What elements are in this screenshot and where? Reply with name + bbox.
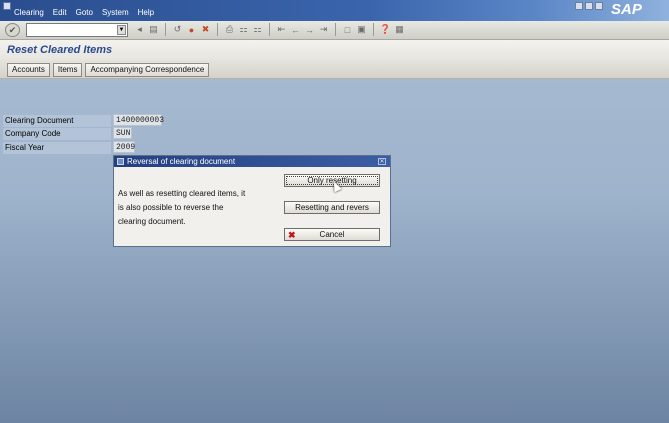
prev-page-icon[interactable]: ← [290, 24, 301, 36]
resetting-and-reversing-label: Resetting and revers [295, 203, 369, 212]
shortcut-icon[interactable]: ▣ [356, 24, 367, 36]
toolbar-separator [373, 23, 374, 36]
help-icon[interactable]: ❓ [380, 24, 391, 36]
cancel-button[interactable]: ✖ Cancel [284, 228, 380, 241]
save-icon[interactable]: ▤ [148, 24, 159, 36]
dialog-title-bar: Reversal of clearing document ✕ [114, 156, 390, 167]
page-title: Reset Cleared Items [7, 44, 113, 56]
application-toolbar: Accounts Items Accompanying Corresponden… [0, 60, 669, 79]
close-icon[interactable]: ✕ [378, 158, 386, 165]
command-input[interactable] [29, 24, 117, 35]
system-menu-icon[interactable] [3, 2, 11, 10]
new-session-icon[interactable]: □ [342, 24, 353, 36]
items-button[interactable]: Items [52, 63, 83, 77]
reversal-dialog: Reversal of clearing document ✕ As well … [113, 155, 391, 247]
find-next-icon[interactable]: ⚏ [252, 24, 263, 36]
clearing-document-field[interactable]: 1400000003 [113, 114, 164, 126]
dialog-window-icon [117, 158, 124, 165]
window-controls [575, 2, 603, 10]
command-field[interactable]: ▼ [26, 23, 128, 37]
dialog-title: Reversal of clearing document [127, 157, 236, 166]
enter-icon[interactable]: ✔ [5, 23, 20, 37]
accounts-button[interactable]: Accounts [7, 63, 50, 77]
cancel-icon[interactable]: ✖ [200, 24, 211, 36]
toolbar-separator [335, 23, 336, 36]
close-window-icon[interactable] [595, 2, 603, 10]
application-buttons: Accounts Items Accompanying Corresponden… [7, 63, 210, 77]
toolbar-separator [217, 23, 218, 36]
title-bar: Reset Cleared Items [0, 40, 669, 60]
last-page-icon[interactable]: ⇥ [318, 24, 329, 36]
command-history-dropdown-icon[interactable]: ▼ [117, 25, 126, 35]
toolbar-icons: ◂ ▤ ↺ ● ✖ ⎙ ⚏ ⚏ ⇤ ← → ⇥ □ ▣ ❓ ▦ [134, 23, 405, 36]
print-icon[interactable]: ⎙ [224, 24, 235, 36]
layout-icon[interactable]: ▦ [394, 24, 405, 36]
standard-toolbar: ✔ ▼ ◂ ▤ ↺ ● ✖ ⎙ ⚏ ⚏ ⇤ ← → ⇥ □ ▣ ❓ ▦ [0, 21, 669, 40]
fiscal-year-label: Fiscal Year [3, 142, 111, 154]
clearing-document-label: Clearing Document [3, 115, 111, 127]
favorites-icon[interactable]: ◂ [134, 24, 145, 36]
minimize-icon[interactable] [575, 2, 583, 10]
toolbar-separator [165, 23, 166, 36]
dialog-message: As well as resetting cleared items, it i… [118, 189, 246, 226]
next-page-icon[interactable]: → [304, 24, 315, 36]
menu-items: Clearing Edit Goto System Help [14, 8, 154, 17]
menu-clearing[interactable]: Clearing [14, 8, 44, 17]
accompanying-correspondence-button[interactable]: Accompanying Correspondence [85, 63, 210, 77]
back-icon[interactable]: ↺ [172, 24, 183, 36]
sap-logo: SAP [611, 1, 642, 18]
resetting-and-reversing-button[interactable]: Resetting and revers [284, 201, 380, 214]
find-icon[interactable]: ⚏ [238, 24, 249, 36]
company-code-label: Company Code [3, 128, 111, 140]
fiscal-year-field[interactable]: 2009 [113, 141, 135, 153]
menu-edit[interactable]: Edit [53, 8, 67, 17]
menu-bar: Clearing Edit Goto System Help SAP [0, 0, 669, 21]
exit-icon[interactable]: ● [186, 24, 197, 36]
menu-system[interactable]: System [102, 8, 129, 17]
company-code-field[interactable]: SUN [113, 127, 132, 139]
toolbar-separator [269, 23, 270, 36]
cancel-label: Cancel [319, 230, 345, 239]
menu-help[interactable]: Help [138, 8, 154, 17]
maximize-icon[interactable] [585, 2, 593, 10]
menu-goto[interactable]: Goto [76, 8, 93, 17]
first-page-icon[interactable]: ⇤ [276, 24, 287, 36]
cancel-x-icon: ✖ [288, 230, 296, 240]
